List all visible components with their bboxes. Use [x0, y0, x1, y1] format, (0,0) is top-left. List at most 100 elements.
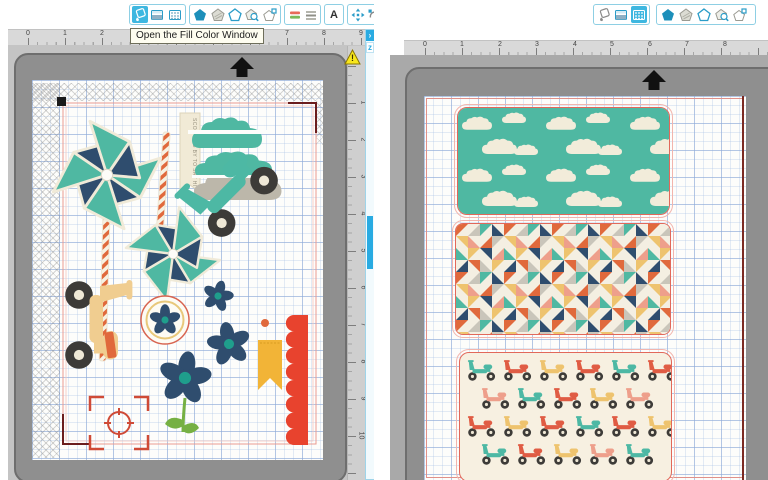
ruler-tick-label: 1: [460, 41, 464, 48]
left-design-page[interactable]: SCOOTING BY TO SAY HI: [32, 80, 323, 460]
ruler-tick-label: 6: [648, 41, 652, 48]
ruler-tick-label: 9: [359, 30, 363, 37]
app-screen: A 0 1 2 7 8 9 Open the Fill Color Window…: [0, 0, 768, 480]
left-vertical-ruler: 1 2 3 4 5 6 7 8 9 10: [347, 46, 366, 480]
selection-handle[interactable]: [57, 97, 66, 106]
fill-gradient-window-button[interactable]: [149, 6, 165, 23]
ruler-tick-label: 8: [322, 30, 326, 37]
pentagon-solid-icon: [194, 8, 207, 20]
shape-style-group: [189, 4, 281, 25]
ruler-tick-label: 8: [723, 41, 727, 48]
pentagon-zoom-icon: [245, 8, 260, 21]
pentagon-pattern-button[interactable]: [209, 6, 225, 23]
triangles-pattern-swatch[interactable]: [452, 220, 674, 338]
text-tool-icon: A: [330, 8, 338, 21]
fill-pattern-window-icon: [168, 9, 181, 20]
circle-frame[interactable]: [140, 295, 190, 345]
line-pattern-icon: [305, 10, 316, 20]
right-editor-pane: 0 1 2 3 4 5 6 7 8: [390, 0, 768, 480]
page-right-boundary: [742, 96, 744, 480]
ruler-tick-label: 10: [357, 431, 365, 440]
pentagon-zoom-icon: [714, 8, 729, 21]
shape-style-group: [656, 4, 756, 25]
pentagon-solid-icon: [661, 8, 674, 20]
ruler-tick-label: 1: [63, 30, 67, 37]
tag-banner[interactable]: SCOOTING BY TO SAY HI: [179, 112, 201, 193]
pentagon-edit-icon: [732, 7, 747, 21]
move-button[interactable]: [350, 6, 366, 23]
triangles-pattern: [456, 224, 670, 334]
panel-expand-button[interactable]: ›: [366, 30, 374, 41]
ruler-tick-label: 2: [498, 41, 502, 48]
pentagon-zoom-button[interactable]: [244, 6, 260, 23]
move-icon: [351, 8, 365, 21]
scooter-fender-tip: [261, 319, 269, 327]
left-canvas-viewport[interactable]: SCOOTING BY TO SAY HI 1 2 3 4 5 6 7 8 9 …: [8, 45, 366, 480]
right-toolbar: [390, 4, 768, 27]
fill-color-button[interactable]: [596, 6, 612, 23]
pentagon-solid-button[interactable]: [659, 6, 676, 23]
line-pattern-button[interactable]: [303, 6, 318, 23]
flower[interactable]: [198, 276, 238, 316]
ruler-tick-label: 7: [685, 41, 689, 48]
text-tool-group: A: [324, 4, 344, 25]
ruler-tick-label: 0: [423, 41, 427, 48]
panel-fold-button[interactable]: z: [366, 42, 374, 53]
registration-corner-bottom-left: [62, 414, 91, 445]
scooters-pattern: [467, 360, 671, 465]
scooters-pattern-swatch[interactable]: [456, 349, 675, 480]
pentagon-outline-button[interactable]: [227, 6, 243, 23]
flower[interactable]: [202, 318, 256, 370]
clouds-pattern: [458, 108, 669, 214]
transform-tool-group: [347, 4, 374, 25]
line-color-button[interactable]: [287, 6, 302, 23]
scrollbar-thumb[interactable]: [367, 216, 373, 269]
pentagon-outline-button[interactable]: [695, 6, 712, 23]
fill-tool-group: [129, 4, 186, 25]
left-design-layer: SCOOTING BY TO SAY HI: [47, 97, 317, 451]
fill-color-button[interactable]: [132, 6, 149, 23]
pentagon-pattern-icon: [678, 7, 693, 21]
mat-direction-arrow: [230, 57, 254, 77]
pentagon-zoom-button[interactable]: [713, 6, 730, 23]
registration-corner-top-right: [288, 102, 317, 133]
pentagon-edit-icon: [263, 7, 277, 21]
left-vertical-scrollbar[interactable]: › z: [365, 29, 374, 480]
rotate-icon: [368, 9, 374, 18]
fill-color-icon: [136, 7, 146, 21]
fill-tool-group: [593, 4, 650, 25]
ruler-tick-label: 7: [285, 30, 289, 37]
fill-gradient-window-icon: [151, 9, 164, 20]
ruler-tick-label: 3: [535, 41, 539, 48]
fill-color-icon: [600, 7, 610, 21]
fill-pattern-window-button[interactable]: [630, 6, 647, 23]
mat-direction-arrow: [642, 70, 666, 90]
pentagon-edit-button[interactable]: [731, 6, 748, 23]
ruler-tick-label: 4: [573, 41, 577, 48]
right-design-page[interactable]: [424, 96, 746, 480]
pentagon-edit-button[interactable]: [262, 6, 278, 23]
fill-gradient-window-button[interactable]: [613, 6, 629, 23]
line-color-icon: [289, 11, 300, 19]
fill-pattern-window-button[interactable]: [167, 6, 183, 23]
line-style-group: [284, 4, 321, 25]
right-canvas-viewport[interactable]: [390, 55, 768, 480]
left-editor-pane: A 0 1 2 7 8 9 Open the Fill Color Window…: [0, 0, 374, 480]
pentagon-outline-icon: [228, 7, 242, 21]
warning-exclamation: !: [351, 53, 354, 63]
text-tool-button[interactable]: A: [327, 6, 341, 23]
pentagon-pattern-button[interactable]: [677, 6, 694, 23]
ruler-tick-label: 0: [26, 30, 30, 37]
pentagon-outline-icon: [696, 7, 711, 21]
ruler-tick-label: 5: [610, 41, 614, 48]
left-toolbar: A: [0, 4, 374, 27]
flag-banner-yellow[interactable]: [258, 340, 282, 390]
flower-with-stem[interactable]: [153, 347, 217, 434]
tooltip-open-fill-color-window: Open the Fill Color Window: [130, 28, 264, 44]
scallop-strip-red[interactable]: [285, 315, 308, 445]
ruler-tick-label: 2: [100, 30, 104, 37]
rotate-button[interactable]: [367, 6, 374, 23]
pentagon-solid-button[interactable]: [192, 6, 208, 23]
clouds-pattern-swatch[interactable]: [454, 104, 673, 218]
fill-pattern-window-icon: [632, 9, 645, 20]
